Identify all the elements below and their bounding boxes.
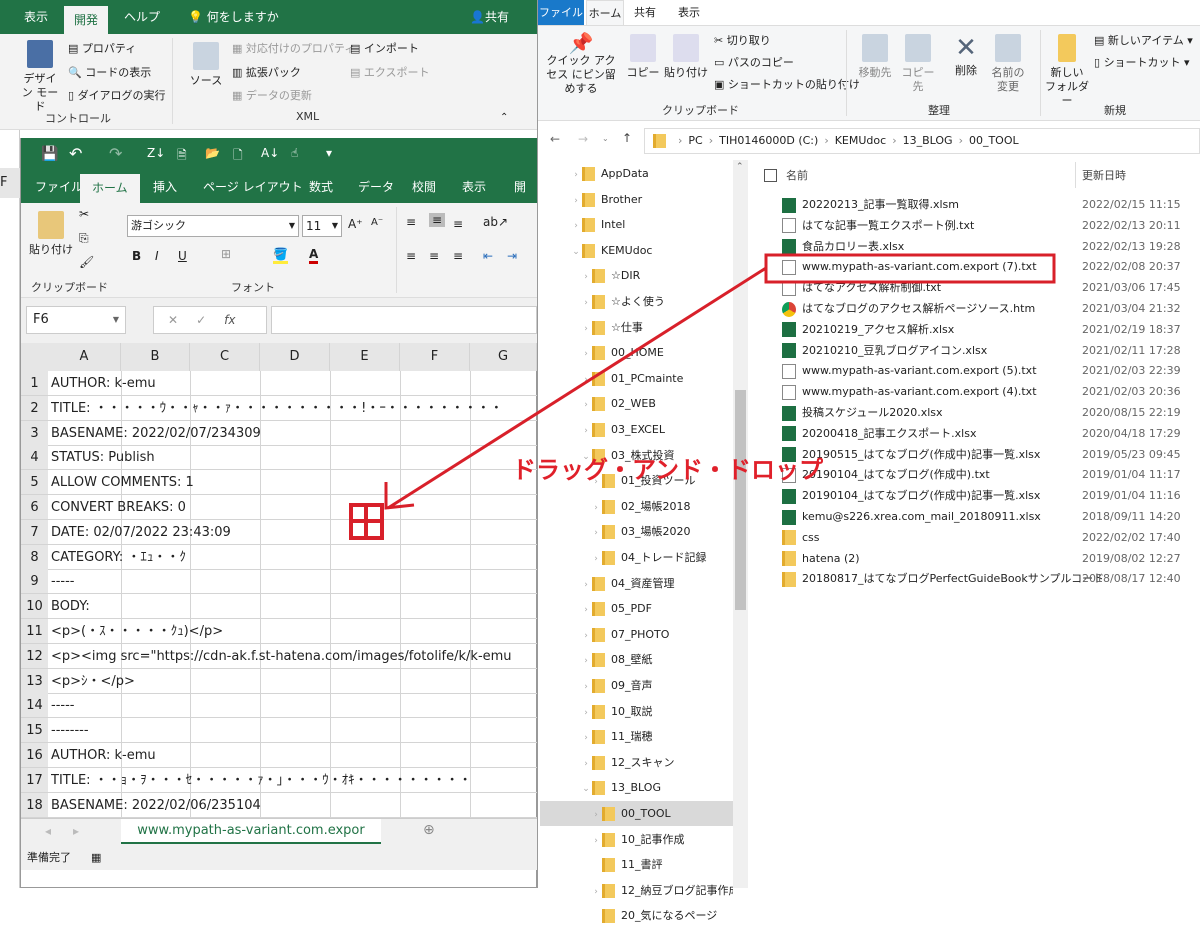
drag-drop-annotation — [349, 253, 1056, 540]
nav-item[interactable]: 20_気になるページ — [540, 903, 733, 928]
highlight-box — [764, 253, 1056, 284]
drop-cursor-icon — [349, 503, 384, 540]
drag-drop-label: ドラッグ・アンド・ドロップ — [512, 456, 824, 484]
nav-item-label: 20_気になるページ — [621, 909, 718, 923]
folder-icon — [602, 909, 615, 924]
